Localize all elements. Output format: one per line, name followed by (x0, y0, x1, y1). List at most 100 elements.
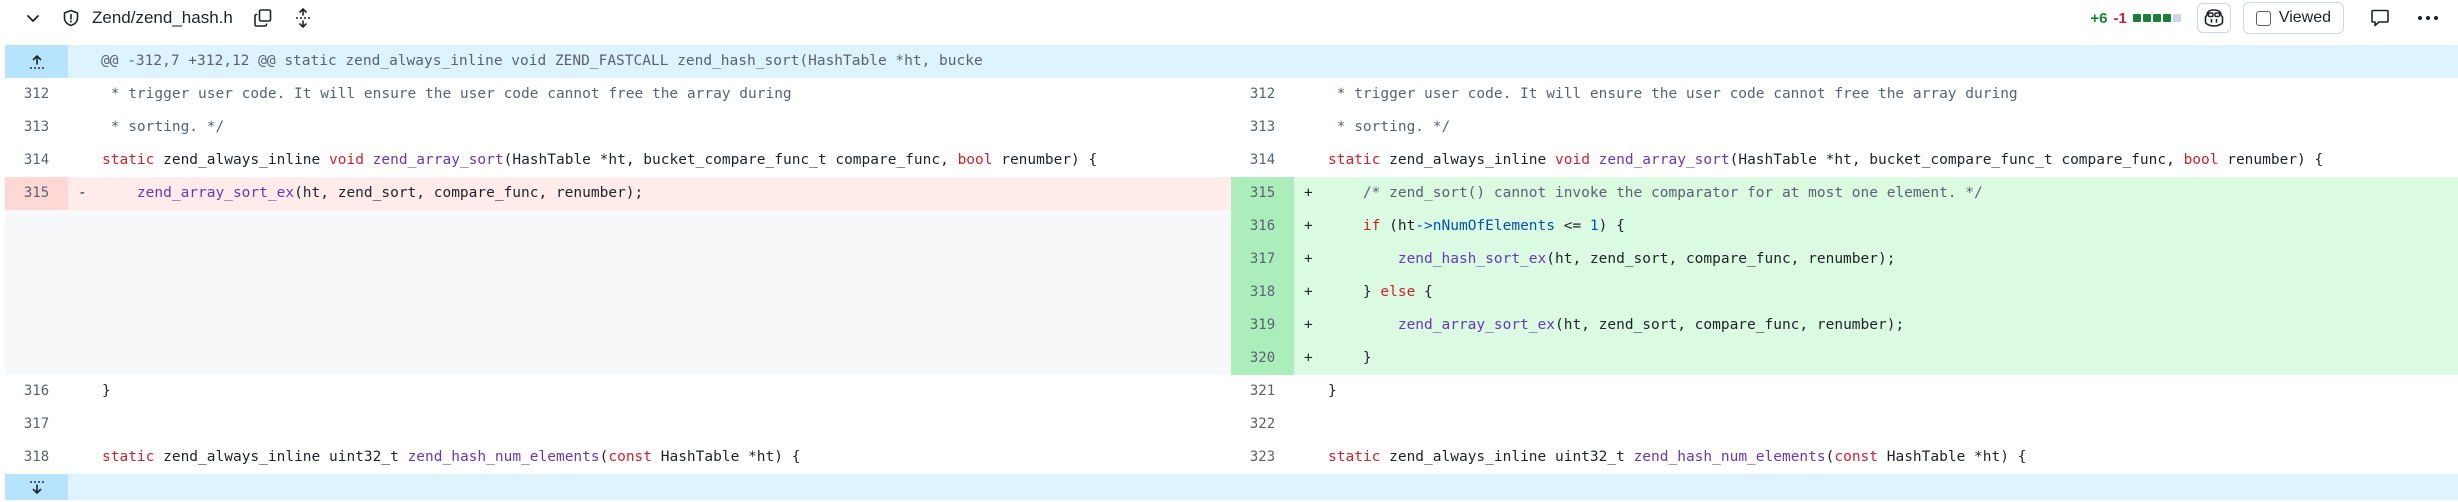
right-code-line: static zend_always_inline void zend_arra… (1294, 144, 2458, 177)
viewed-toggle[interactable]: Viewed (2242, 2, 2344, 34)
right-side: 316 + if (ht->nNumOfElements <= 1) { (1231, 210, 2458, 243)
copy-icon[interactable] (251, 6, 275, 30)
right-side: 322 (1231, 408, 2458, 441)
viewed-checkbox[interactable] (2255, 10, 2271, 26)
copilot-icon[interactable] (2196, 3, 2231, 33)
hunk-header-text: @@ -312,7 +312,12 @@ static zend_always_… (101, 53, 983, 69)
right-line-number[interactable]: 317 (1231, 243, 1294, 276)
left-code-line: } (68, 375, 1231, 408)
split-diff: @@ -312,7 +312,12 @@ static zend_always_… (5, 45, 2458, 500)
code-text: /* zend_sort() cannot invoke the compara… (1328, 185, 1983, 201)
left-side-empty (5, 243, 1231, 276)
diff-marker: + (1304, 317, 1313, 333)
right-line-number[interactable]: 314 (1231, 144, 1294, 177)
diff-marker: + (1304, 350, 1313, 366)
right-code-line: + } else { (1294, 276, 2458, 309)
right-code-line: * trigger user code. It will ensure the … (1294, 78, 2458, 111)
right-code-line: + zend_array_sort_ex(ht, zend_sort, comp… (1294, 309, 2458, 342)
kebab-icon[interactable] (2414, 4, 2442, 32)
right-code-line: static zend_always_inline uint32_t zend_… (1294, 441, 2458, 474)
left-side: 318 static zend_always_inline uint32_t ze… (5, 441, 1231, 474)
deletions-count: -1 (2113, 9, 2127, 27)
right-line-number[interactable]: 320 (1231, 342, 1294, 375)
left-side: 316} (5, 375, 1231, 408)
viewed-label: Viewed (2278, 9, 2331, 26)
right-code-line: + zend_hash_sort_ex(ht, zend_sort, compa… (1294, 243, 2458, 276)
code-text: zend_array_sort_ex(ht, zend_sort, compar… (1397, 317, 1905, 333)
chevron-down-icon[interactable] (22, 7, 44, 29)
code-text: } (102, 383, 111, 399)
diff-row: 317 322 (5, 408, 2458, 441)
expand-all-icon[interactable] (291, 6, 315, 30)
code-text: * trigger user code. It will ensure the … (1328, 86, 2018, 102)
left-side: 315- zend_array_sort_ex(ht, zend_sort, c… (5, 177, 1231, 210)
right-code-line: } (1294, 375, 2458, 408)
code-text: } (1328, 383, 1337, 399)
right-line-number[interactable]: 313 (1231, 111, 1294, 144)
right-line-number[interactable]: 321 (1231, 375, 1294, 408)
code-text: * sorting. */ (102, 119, 225, 135)
left-side-empty (5, 309, 1231, 342)
left-code-line: - zend_array_sort_ex(ht, zend_sort, comp… (68, 177, 1231, 210)
code-text: static zend_always_inline void zend_arra… (1328, 152, 2324, 168)
right-line-number[interactable]: 316 (1231, 210, 1294, 243)
left-code-line: * trigger user code. It will ensure the … (68, 78, 1231, 111)
left-line-number[interactable]: 313 (5, 111, 68, 144)
diff-row: 316} 321} (5, 375, 2458, 408)
left-line-number[interactable]: 316 (5, 375, 68, 408)
file-header: Zend/zend_hash.h +6 -1 Viewed (0, 0, 2458, 36)
left-line-number[interactable]: 318 (5, 441, 68, 474)
left-side: 317 (5, 408, 1231, 441)
diff-row: 318 static zend_always_inline uint32_t ze… (5, 441, 2458, 474)
diff-marker: + (1304, 218, 1313, 234)
left-code-line: static zend_always_inline void zend_arra… (68, 144, 1231, 177)
left-code-line: * sorting. */ (68, 111, 1231, 144)
left-side: 314 static zend_always_inline void zend_a… (5, 144, 1231, 177)
left-side-empty (5, 342, 1231, 375)
right-code-line: + if (ht->nNumOfElements <= 1) { (1294, 210, 2458, 243)
right-line-number[interactable]: 322 (1231, 408, 1294, 441)
code-text: static zend_always_inline void zend_arra… (102, 152, 1098, 168)
code-text: zend_array_sort_ex(ht, zend_sort, compar… (136, 185, 644, 201)
comment-icon[interactable] (2366, 4, 2394, 32)
right-side: 321} (1231, 375, 2458, 408)
diff-marker: + (1304, 284, 1313, 300)
code-text: * trigger user code. It will ensure the … (102, 86, 792, 102)
hunk-footer-row (5, 474, 2458, 500)
diffstat-block (2162, 14, 2171, 22)
code-text: if (ht->nNumOfElements <= 1) { (1362, 218, 1625, 234)
right-line-number[interactable]: 312 (1231, 78, 1294, 111)
file-path[interactable]: Zend/zend_hash.h (92, 8, 233, 28)
diff-row: 317 + zend_hash_sort_ex(ht, zend_sort, co… (5, 243, 2458, 276)
diff-row: 315- zend_array_sort_ex(ht, zend_sort, c… (5, 177, 2458, 210)
diff-row: 320 + } (5, 342, 2458, 375)
right-line-number[interactable]: 323 (1231, 441, 1294, 474)
diffstat-block (2172, 14, 2181, 22)
diff-file: Zend/zend_hash.h +6 -1 Viewed @@ -312,7 … (0, 0, 2458, 502)
right-line-number[interactable]: 318 (1231, 276, 1294, 309)
diff-row: 314 static zend_always_inline void zend_a… (5, 144, 2458, 177)
left-line-number[interactable]: 317 (5, 408, 68, 441)
left-line-number[interactable]: 312 (5, 78, 68, 111)
left-side: 313 * sorting. */ (5, 111, 1231, 144)
expand-down-icon[interactable] (5, 474, 68, 500)
shield-icon (60, 7, 82, 29)
code-text: * sorting. */ (1328, 119, 1451, 135)
right-line-number[interactable]: 315 (1231, 177, 1294, 210)
right-side: 315 + /* zend_sort() cannot invoke the co… (1231, 177, 2458, 210)
left-code-line: static zend_always_inline uint32_t zend_… (68, 441, 1231, 474)
left-line-number[interactable]: 315 (5, 177, 68, 210)
file-header-left: Zend/zend_hash.h (0, 6, 315, 30)
left-line-number[interactable]: 314 (5, 144, 68, 177)
diff-row: 319 + zend_array_sort_ex(ht, zend_sort, c… (5, 309, 2458, 342)
expand-up-icon[interactable] (5, 45, 68, 78)
code-text: } else { (1328, 284, 1433, 300)
right-side: 313 * sorting. */ (1231, 111, 2458, 144)
diffstat-blocks (2132, 14, 2183, 22)
left-side: 312 * trigger user code. It will ensure … (5, 78, 1231, 111)
right-code-line (1294, 408, 2458, 441)
right-line-number[interactable]: 319 (1231, 309, 1294, 342)
diffstat-block (2152, 14, 2161, 22)
diffstat-block (2132, 14, 2141, 22)
code-text: } (1328, 350, 1372, 366)
